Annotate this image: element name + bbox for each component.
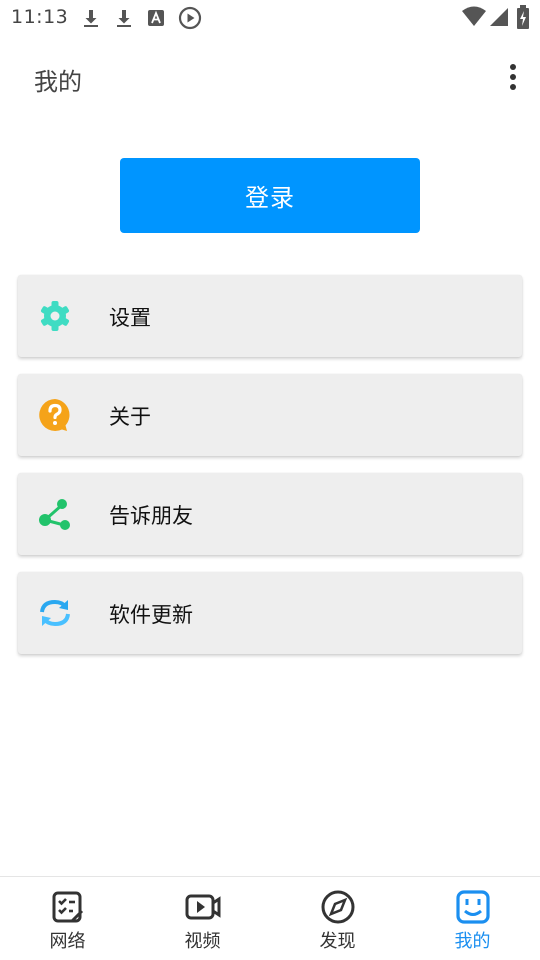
tab-label: 网络 xyxy=(49,931,86,952)
help-icon xyxy=(39,399,70,431)
overflow-menu-icon[interactable] xyxy=(506,64,520,94)
tab-label: 我的 xyxy=(454,931,491,952)
status-time: 11:13 xyxy=(11,6,69,28)
signal-icon xyxy=(490,8,508,26)
gear-icon xyxy=(40,301,70,331)
menu-item-label: 软件更新 xyxy=(109,603,193,627)
tab-label: 发现 xyxy=(319,931,356,952)
tab-discover[interactable]: 发现 xyxy=(270,877,405,960)
menu-item-label: 告诉朋友 xyxy=(109,504,193,528)
app-bar: 我的 xyxy=(0,36,540,120)
network-icon xyxy=(52,891,83,923)
status-bar: 11:13 xyxy=(0,0,540,36)
login-button[interactable]: 登录 xyxy=(120,158,420,233)
menu-item-update[interactable]: 软件更新 xyxy=(18,572,522,654)
menu-item-label: 关于 xyxy=(109,405,151,429)
page-title: 我的 xyxy=(34,68,82,96)
menu-item-settings[interactable]: 设置 xyxy=(18,275,522,357)
smiley-icon xyxy=(455,890,490,924)
video-icon xyxy=(185,894,220,920)
compass-icon xyxy=(321,890,354,924)
menu-item-label: 设置 xyxy=(109,306,151,330)
bottom-navigation: 网络 视频 发现 我的 xyxy=(0,876,540,960)
tab-mine[interactable]: 我的 xyxy=(405,877,540,960)
refresh-icon xyxy=(40,599,70,627)
tab-network[interactable]: 网络 xyxy=(0,877,135,960)
wifi-icon xyxy=(462,6,486,26)
menu-item-about[interactable]: 关于 xyxy=(18,374,522,456)
tab-label: 视频 xyxy=(184,931,221,952)
a-icon xyxy=(148,10,164,26)
menu-item-share[interactable]: 告诉朋友 xyxy=(18,473,522,555)
play-circle-icon xyxy=(178,6,202,30)
battery-charging-icon xyxy=(517,5,529,29)
download-icon xyxy=(117,10,131,27)
download-icon xyxy=(84,10,98,27)
share-icon xyxy=(39,499,70,530)
tab-video[interactable]: 视频 xyxy=(135,877,270,960)
